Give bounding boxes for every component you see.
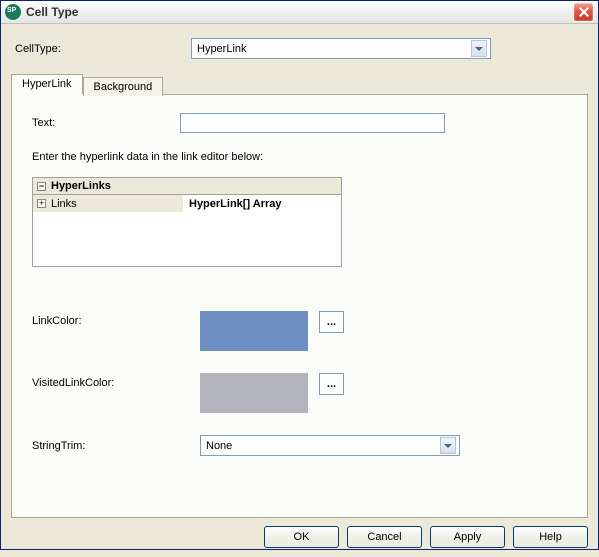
tab-panel-hyperlink: Text: Enter the hyperlink data in the li… (11, 94, 588, 518)
celltype-value: HyperLink (197, 43, 471, 55)
grid-cell-label: + Links (33, 195, 183, 212)
tab-hyperlink[interactable]: HyperLink (11, 74, 83, 95)
expand-icon[interactable]: + (37, 199, 46, 208)
titlebar: Cell Type (1, 1, 598, 24)
close-icon (579, 7, 589, 17)
chevron-down-icon (444, 444, 452, 448)
stringtrim-value: None (206, 440, 440, 452)
linkcolor-label: LinkColor: (32, 311, 200, 327)
visitedlinkcolor-row: VisitedLinkColor: ... (32, 373, 567, 413)
cancel-button[interactable]: Cancel (347, 526, 422, 548)
celltype-dropdown[interactable]: HyperLink (191, 38, 491, 59)
linkcolor-swatch (200, 311, 308, 351)
visitedlinkcolor-picker-button[interactable]: ... (319, 373, 344, 395)
close-button[interactable] (573, 2, 594, 22)
tab-strip: HyperLink Background (11, 73, 588, 94)
dropdown-button[interactable] (440, 437, 456, 454)
celltype-label: CellType: (11, 43, 191, 55)
visitedlinkcolor-label: VisitedLinkColor: (32, 373, 200, 389)
stringtrim-row: StringTrim: None (32, 435, 567, 456)
grid-row-links[interactable]: + Links HyperLink[] Array (33, 195, 341, 212)
text-row: Text: (32, 113, 567, 133)
chevron-down-icon (475, 47, 483, 51)
celltype-row: CellType: HyperLink (11, 38, 588, 59)
grid-row-value: HyperLink[] Array (183, 198, 341, 210)
visitedlinkcolor-swatch (200, 373, 308, 413)
linkcolor-row: LinkColor: ... (32, 311, 567, 351)
stringtrim-dropdown[interactable]: None (200, 435, 460, 456)
instruction-text: Enter the hyperlink data in the link edi… (32, 151, 567, 163)
dropdown-button[interactable] (471, 40, 487, 57)
button-bar: OK Cancel Apply Help (1, 518, 598, 557)
help-button[interactable]: Help (513, 526, 588, 548)
grid-row-label: Links (51, 198, 77, 210)
app-icon (5, 4, 21, 20)
window-title: Cell Type (26, 5, 573, 19)
apply-button[interactable]: Apply (430, 526, 505, 548)
tab-background[interactable]: Background (83, 77, 164, 96)
grid-header[interactable]: − HyperLinks (33, 178, 341, 195)
linkcolor-picker-button[interactable]: ... (319, 311, 344, 333)
text-label: Text: (32, 117, 180, 129)
grid-header-text: HyperLinks (51, 180, 111, 192)
link-editor-grid[interactable]: − HyperLinks + Links HyperLink[] Array (32, 177, 342, 267)
ok-button[interactable]: OK (264, 526, 339, 548)
stringtrim-label: StringTrim: (32, 440, 200, 452)
text-input[interactable] (180, 113, 445, 133)
collapse-icon[interactable]: − (37, 182, 46, 191)
content-area: CellType: HyperLink HyperLink Background… (1, 24, 598, 518)
